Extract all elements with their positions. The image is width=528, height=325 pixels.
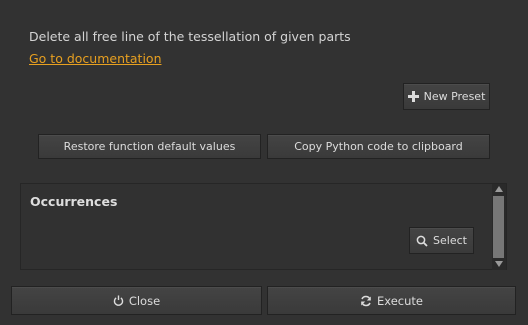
execute-label: Execute [377, 293, 423, 308]
copy-python-label: Copy Python code to clipboard [294, 140, 463, 153]
copy-python-button[interactable]: Copy Python code to clipboard [267, 134, 490, 159]
close-button[interactable]: Close [11, 286, 262, 315]
select-button[interactable]: Select [409, 227, 474, 254]
occurrences-scrollbar[interactable] [492, 184, 506, 270]
select-label: Select [433, 234, 467, 247]
scroll-down-arrow-icon[interactable] [495, 261, 503, 267]
execute-button[interactable]: Execute [267, 286, 516, 315]
magnifier-icon [416, 235, 428, 247]
new-preset-button[interactable]: New Preset [403, 83, 490, 110]
restore-defaults-button[interactable]: Restore function default values [38, 134, 261, 159]
function-description: Delete all free line of the tessellation… [29, 29, 351, 44]
new-preset-label: New Preset [423, 90, 486, 103]
scrollbar-thumb[interactable] [493, 196, 504, 258]
power-icon [113, 295, 124, 306]
refresh-icon [360, 295, 372, 307]
restore-defaults-label: Restore function default values [63, 140, 236, 153]
close-label: Close [128, 293, 161, 308]
occurrences-title: Occurrences [30, 194, 118, 209]
plus-icon [407, 91, 419, 102]
documentation-link[interactable]: Go to documentation [29, 51, 162, 66]
scroll-up-arrow-icon[interactable] [495, 186, 503, 192]
